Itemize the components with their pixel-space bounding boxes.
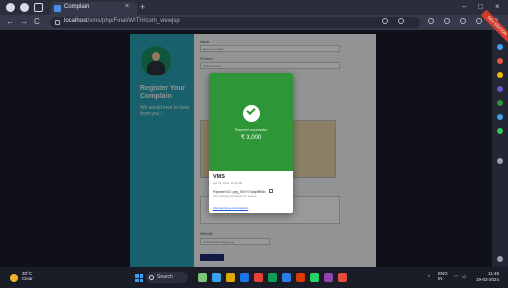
tray-region: IN [438, 276, 443, 281]
tab-close-button[interactable]: × [125, 3, 129, 10]
checkmark-icon [243, 105, 260, 122]
tray-chevron-icon[interactable]: ^ [428, 274, 430, 279]
sidebar-shopping-icon[interactable] [497, 58, 503, 64]
sidebar-outlook-icon[interactable] [497, 114, 503, 120]
tab-favicon-icon [54, 5, 61, 12]
taskbar-whatsapp-icon[interactable] [310, 273, 319, 282]
support-link[interactable]: Visit razorpay.com/support [213, 206, 248, 210]
modal-success-header: Payment successful ₹ 3,000 [209, 73, 293, 171]
workspaces-icon[interactable] [20, 3, 29, 12]
extensions-icon[interactable] [476, 18, 482, 24]
weather-icon[interactable] [10, 274, 18, 282]
payment-id: Payment ID: pay_NXYV7a6p9ifh8x [213, 190, 266, 194]
sidebar-office-icon[interactable] [497, 100, 503, 106]
collections-icon[interactable] [460, 18, 466, 24]
taskbar-store-icon[interactable] [268, 273, 277, 282]
address-bar[interactable]: localhost/vms/php/Final/WITH/com_viewjsp [50, 17, 420, 28]
close-window-button[interactable]: × [495, 2, 500, 11]
taskbar-app2-icon[interactable] [338, 273, 347, 282]
browser-toolbar: ← → C localhost/vms/php/Final/WITH/com_v… [0, 15, 508, 30]
favorites-icon[interactable] [444, 18, 450, 24]
weather-widget[interactable]: 30°C Clear [22, 271, 33, 281]
taskbar-explorer-icon[interactable] [212, 273, 221, 282]
taskbar-app-icon[interactable] [324, 273, 333, 282]
wifi-icon[interactable]: ◠ [454, 274, 458, 280]
tab-complain[interactable]: Complain × [51, 2, 137, 15]
payment-amount: ₹ 3,000 [240, 135, 262, 141]
sidebar-add-icon[interactable] [497, 158, 503, 164]
minimize-button[interactable]: – [462, 2, 466, 11]
tab-actions-icon[interactable] [34, 3, 43, 12]
profile-icon[interactable] [6, 3, 15, 12]
lock-icon[interactable] [55, 20, 60, 25]
search-label: Search [157, 274, 173, 280]
payment-datetime: Apr 19, 2024, 11:49 AM [213, 181, 243, 185]
sidebar-search-icon[interactable] [497, 44, 503, 50]
new-tab-button[interactable]: + [140, 2, 145, 12]
url-host: localhost [64, 18, 88, 24]
language-indicator[interactable]: ENG IN [438, 271, 448, 281]
taskbar-edge-icon[interactable] [240, 273, 249, 282]
taskbar-files-icon[interactable] [226, 273, 235, 282]
copy-icon[interactable] [269, 189, 273, 193]
sidebar-tools-icon[interactable] [497, 72, 503, 78]
browser-sidebar [492, 30, 508, 267]
search-icon [149, 274, 154, 280]
weather-desc: Clear [22, 276, 33, 281]
taskbar-vscode-icon[interactable] [282, 273, 291, 282]
payment-status: Payment successful [235, 128, 267, 132]
taskbar-chrome-icon[interactable] [254, 273, 263, 282]
merchant-name: VMS [213, 174, 225, 180]
sidebar-games-icon[interactable] [497, 86, 503, 92]
taskbar-office-icon[interactable] [296, 273, 305, 282]
screen: Complain × + – □ × ← → C localhost/vms/p… [0, 0, 508, 288]
browser-tab-bar: Complain × + – □ × [0, 0, 508, 15]
read-aloud-icon[interactable] [382, 18, 388, 24]
checkmark-tick [246, 105, 256, 116]
start-icon[interactable] [135, 274, 143, 282]
payment-success-modal: Payment successful ₹ 3,000 VMS Apr 19, 2… [209, 73, 293, 213]
taskbar-search[interactable]: Search [146, 272, 188, 283]
url-text: localhost/vms/php/Final/WITH/com_viewjsp [64, 18, 180, 24]
url-path: /vms/php/Final/WITH/com_viewjsp [87, 18, 180, 24]
clock[interactable]: 11:49 19-03-2024 [476, 271, 499, 283]
clock-date: 19-03-2024 [476, 277, 500, 282]
reload-button[interactable]: C [34, 17, 40, 26]
volume-icon[interactable]: ◁ [462, 274, 465, 280]
taskbar: 30°C Clear Search ^ ENG IN ◠ ◁ 11:49 19-03-… [0, 267, 508, 288]
back-button[interactable]: ← [6, 17, 14, 26]
taskbar-widget-icon[interactable] [198, 273, 207, 282]
sidebar-drop-icon[interactable] [497, 128, 503, 134]
split-screen-icon[interactable] [428, 18, 434, 24]
forward-button[interactable]: → [20, 17, 28, 26]
maximize-button[interactable]: □ [478, 2, 483, 11]
zoom-icon[interactable] [398, 18, 404, 24]
sidebar-settings-icon[interactable] [497, 256, 503, 262]
tab-title: Complain [64, 4, 90, 10]
payment-id-note: Visit razorpay.com/support for queries [213, 195, 257, 198]
